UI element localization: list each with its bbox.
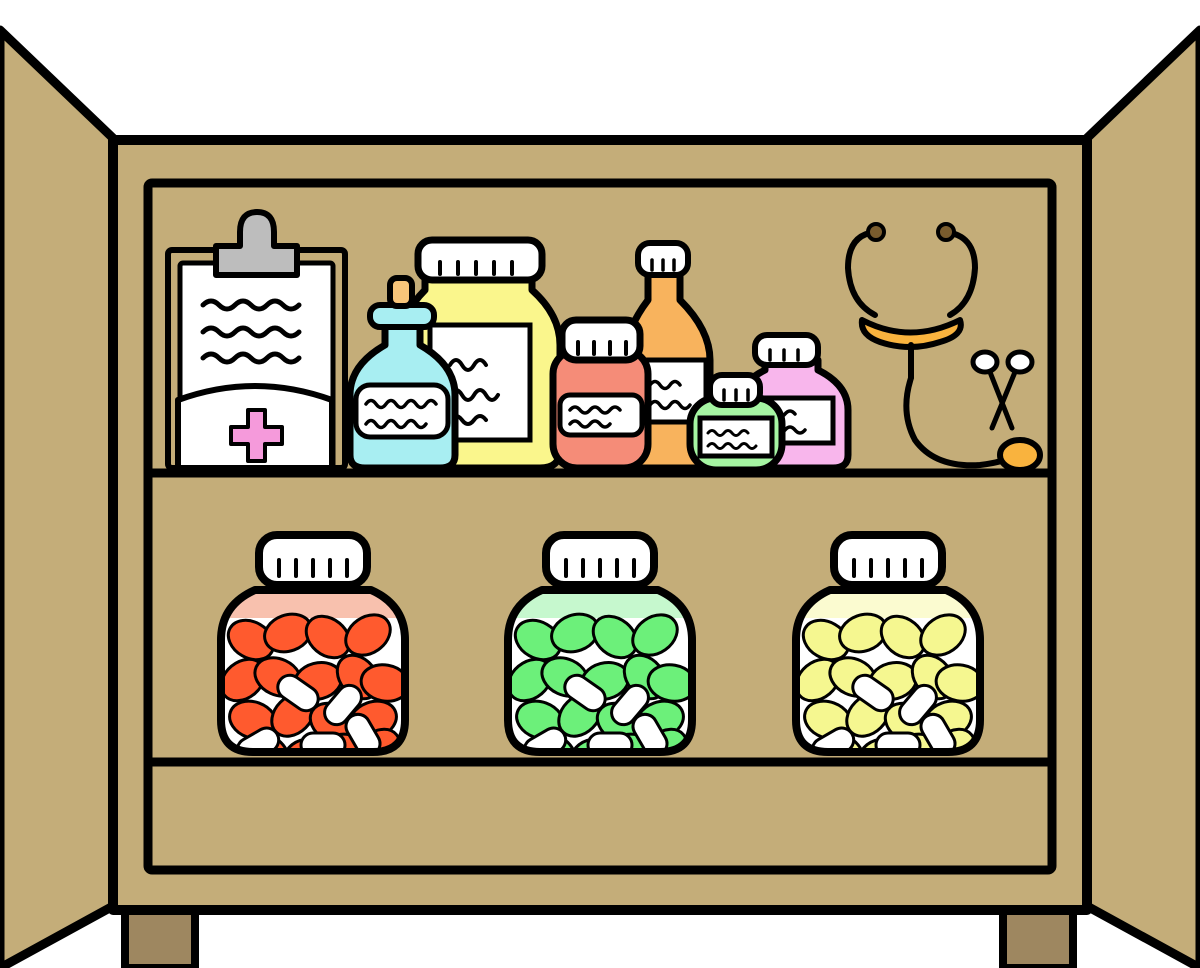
yellow-bottle-cap <box>414 236 546 284</box>
clipboard-icon <box>165 209 348 471</box>
salmon-bottle-cap <box>558 316 644 364</box>
right-earpiece <box>936 222 956 242</box>
scissors-right-handle <box>1005 349 1035 375</box>
stethoscope-chestpiece <box>997 437 1043 473</box>
salmon-bottle-icon <box>549 316 652 472</box>
pill-jars <box>217 531 984 756</box>
left-earpiece <box>866 222 886 242</box>
right-door <box>1080 25 1200 968</box>
left-door <box>0 25 120 968</box>
medicine-cabinet-illustration <box>0 25 1200 968</box>
salmon-bottle-label <box>557 392 645 438</box>
blue-bottle-label <box>353 382 451 440</box>
scissors-left-handle <box>970 349 1000 375</box>
pink-bottle-cap <box>752 332 821 368</box>
blue-bottle-stopper <box>387 275 415 309</box>
